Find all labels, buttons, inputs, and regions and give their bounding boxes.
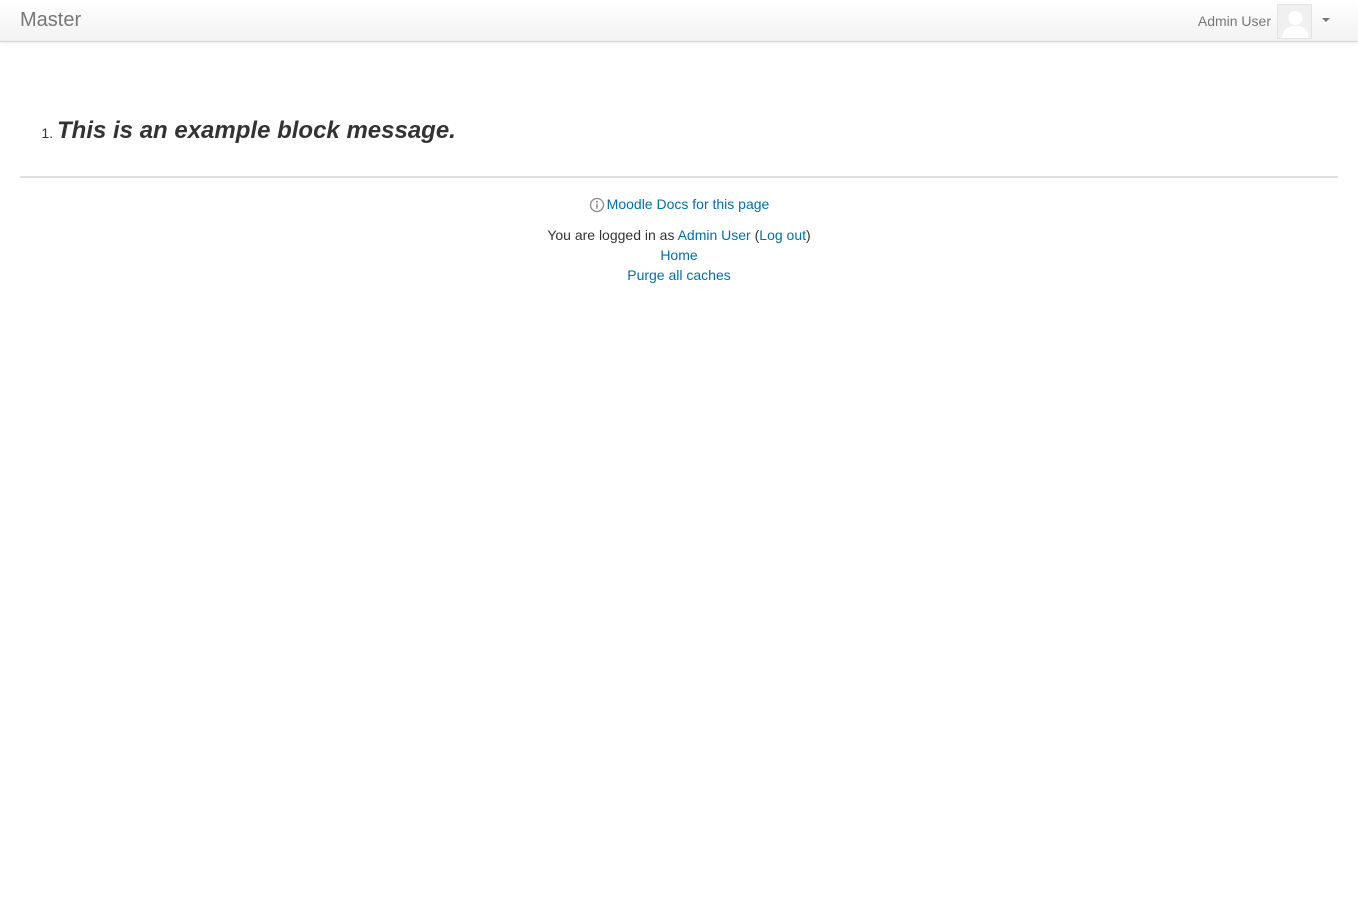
logout-link[interactable]: Log out [759, 227, 806, 243]
user-menu-name: Admin User [1197, 13, 1271, 29]
avatar [1277, 3, 1312, 39]
login-info: You are logged in as Admin User (Log out… [20, 225, 1338, 245]
docs-line: Moodle Docs for this page [20, 195, 1338, 213]
top-navbar: Master Admin User [0, 0, 1358, 42]
home-link-line: Home [20, 245, 1338, 265]
paren-open: ( [750, 227, 760, 243]
user-profile-link[interactable]: Admin User [678, 227, 751, 243]
site-brand-link[interactable]: Master [20, 9, 81, 31]
user-silhouette-icon [1278, 4, 1311, 38]
purge-caches-link[interactable]: Purge all caches [627, 267, 731, 283]
list-item: This is an example block message. [57, 110, 1338, 152]
block-message: This is an example block message. [57, 117, 456, 144]
paren-close: ) [806, 227, 811, 243]
moodle-docs-link[interactable]: Moodle Docs for this page [607, 196, 770, 212]
chevron-down-icon [1322, 18, 1330, 22]
purge-caches-line: Purge all caches [20, 265, 1338, 285]
info-icon [589, 197, 604, 213]
user-menu-toggle[interactable]: Admin User [1198, 3, 1330, 39]
home-link[interactable]: Home [660, 247, 697, 263]
main-content: This is an example block message. [20, 110, 1338, 152]
message-list: This is an example block message. [20, 110, 1338, 152]
page-footer: Moodle Docs for this page You are logged… [20, 176, 1338, 285]
login-info-prefix: You are logged in as [547, 227, 678, 243]
